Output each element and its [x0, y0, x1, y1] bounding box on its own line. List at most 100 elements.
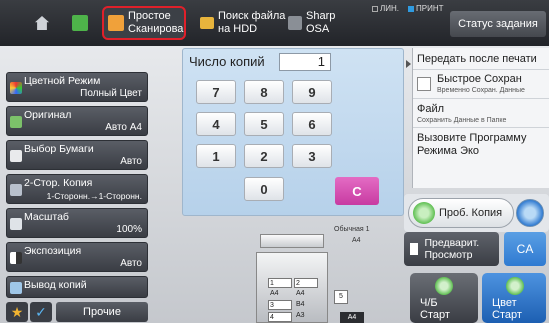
- duplex-value: 1-Сторонн.→1-Сторонн.: [46, 191, 142, 201]
- quick-save-label: Быстрое Сохран: [437, 73, 522, 85]
- key-7[interactable]: 7: [196, 80, 236, 104]
- clear-all-button[interactable]: CA: [504, 232, 546, 266]
- simple-scan-label: Простое Сканировани: [128, 10, 184, 35]
- paper-select-icon: [10, 150, 22, 162]
- print-indicator-label: ПРИНТ: [416, 4, 444, 13]
- clear-button[interactable]: C: [335, 177, 379, 205]
- exposure-button[interactable]: Экспозиция Авто: [6, 242, 148, 272]
- key-4[interactable]: 4: [196, 112, 236, 136]
- output-icon: [10, 282, 22, 294]
- print-indicator: ПРИНТ: [408, 4, 444, 13]
- line-indicator-label: ЛИН.: [380, 4, 399, 13]
- tray-4: 4: [268, 312, 292, 322]
- tray-2: 2: [294, 278, 318, 288]
- copy-output-button[interactable]: Вывод копий: [6, 276, 148, 298]
- original-button[interactable]: Оригинал Авто A4: [6, 106, 148, 136]
- eco-program-item[interactable]: Вызовите Программу Режима Эко: [413, 129, 549, 159]
- exposure-value: Авто: [120, 258, 142, 269]
- print-status-icon: [408, 5, 414, 12]
- key-3-label: 3: [308, 148, 316, 164]
- duplex-copy-button[interactable]: 2-Стор. Копия 1-Сторонн.→1-Сторонн.: [6, 174, 148, 204]
- key-8[interactable]: 8: [244, 80, 284, 104]
- preview-button[interactable]: Предварит. Просмотр: [404, 232, 499, 266]
- bw-start-button[interactable]: Ч/Б Старт: [410, 273, 478, 323]
- output-tray: A4: [340, 312, 364, 323]
- color-mode-label: Цветной Режим: [24, 75, 101, 87]
- panel-toggle-button[interactable]: [404, 48, 412, 188]
- quick-save-sublabel: Временно Сохран. Данные: [437, 87, 525, 94]
- tray-3-size: B4: [296, 301, 305, 308]
- hdd-search-button[interactable]: Поиск файла на HDD: [200, 6, 286, 40]
- key-9-label: 9: [308, 84, 316, 100]
- exposure-icon: [10, 252, 22, 264]
- right-action-panel: Передать после печати Быстрое Сохран Вре…: [412, 48, 549, 188]
- color-start-icon: [506, 277, 524, 295]
- hdd-search-label: Поиск файла на HDD: [218, 10, 286, 35]
- key-3[interactable]: 3: [292, 144, 332, 168]
- home-button[interactable]: [30, 6, 54, 40]
- job-status-button[interactable]: Статус задания: [450, 11, 546, 37]
- sharp-osa-button[interactable]: Sharp OSA: [288, 6, 360, 40]
- send-after-print-item[interactable]: Передать после печати: [413, 48, 549, 70]
- line-indicator: ЛИН.: [372, 4, 399, 13]
- preview-label: Предварит. Просмотр: [424, 237, 480, 261]
- key-0-label: 0: [260, 181, 268, 197]
- key-1[interactable]: 1: [196, 144, 236, 168]
- chevron-right-icon: [405, 60, 411, 68]
- paper-select-value: Авто: [120, 156, 142, 167]
- zoom-button[interactable]: Масштаб 100%: [6, 208, 148, 238]
- key-5-label: 5: [260, 116, 268, 132]
- key-9[interactable]: 9: [292, 80, 332, 104]
- checkmark-icon: ✓: [35, 304, 47, 320]
- scanner-unit: [260, 234, 324, 248]
- tray-5: 5: [334, 290, 348, 304]
- eco-program-label: Вызовите Программу Режима Эко: [417, 132, 527, 157]
- file-label: Файл: [417, 103, 445, 115]
- clear-label: C: [352, 183, 362, 199]
- paper-select-button[interactable]: Выбор Бумаги Авто: [6, 140, 148, 170]
- copies-input[interactable]: 1: [279, 53, 331, 71]
- copies-value: 1: [317, 54, 325, 69]
- key-2[interactable]: 2: [244, 144, 284, 168]
- checkmark-button[interactable]: ✓: [30, 302, 52, 322]
- clear-all-label: CA: [516, 242, 534, 256]
- tray-2-size: A4: [296, 290, 305, 297]
- proof-copy-button[interactable]: Проб. Копия: [408, 198, 514, 228]
- proof-color-button[interactable]: [516, 199, 544, 227]
- favorite-button[interactable]: ★: [6, 302, 28, 322]
- color-start-label: Цвет Старт: [492, 297, 522, 321]
- tray-5-number: 5: [339, 293, 343, 300]
- simple-scan-button[interactable]: Простое Сканировани: [102, 6, 186, 40]
- sharp-osa-label: Sharp OSA: [306, 10, 336, 35]
- key-8-label: 8: [260, 84, 268, 100]
- line-status-icon: [372, 5, 378, 12]
- zoom-icon: [10, 218, 22, 230]
- others-button[interactable]: Прочие: [56, 302, 148, 322]
- copy-output-label: Вывод копий: [24, 279, 87, 291]
- copies-title: Число копий: [189, 54, 265, 69]
- proof-copy-area: Проб. Копия: [404, 194, 549, 232]
- color-start-button[interactable]: Цвет Старт: [482, 273, 546, 323]
- key-6[interactable]: 6: [292, 112, 332, 136]
- color-mode-button[interactable]: Цветной Режим Полный Цвет: [6, 72, 148, 102]
- copies-keypad: Число копий 1 7 8 9 4 5 6 1 2 3 0 C: [182, 48, 404, 216]
- key-0[interactable]: 0: [244, 177, 284, 201]
- tray-4-number: 4: [270, 314, 274, 321]
- key-1-label: 1: [212, 148, 220, 164]
- file-item[interactable]: Файл Сохранить Данные в Папке: [413, 100, 549, 128]
- key-6-label: 6: [308, 116, 316, 132]
- key-5[interactable]: 5: [244, 112, 284, 136]
- zoom-label: Масштаб: [24, 211, 69, 223]
- scan-icon: [108, 15, 124, 31]
- duplex-label: 2-Стор. Копия: [24, 177, 93, 189]
- tray-3-number: 3: [270, 302, 274, 309]
- quick-save-item[interactable]: Быстрое Сохран Временно Сохран. Данные: [413, 71, 549, 99]
- job-status-label: Статус задания: [458, 18, 538, 30]
- tray-3: 3: [268, 300, 292, 310]
- proof-copy-icon: [413, 202, 435, 224]
- original-value: Авто A4: [105, 122, 142, 133]
- key-7-label: 7: [212, 84, 220, 100]
- tray-1: 1: [268, 278, 292, 288]
- easy-copy-button[interactable]: [72, 6, 94, 40]
- key-2-label: 2: [260, 148, 268, 164]
